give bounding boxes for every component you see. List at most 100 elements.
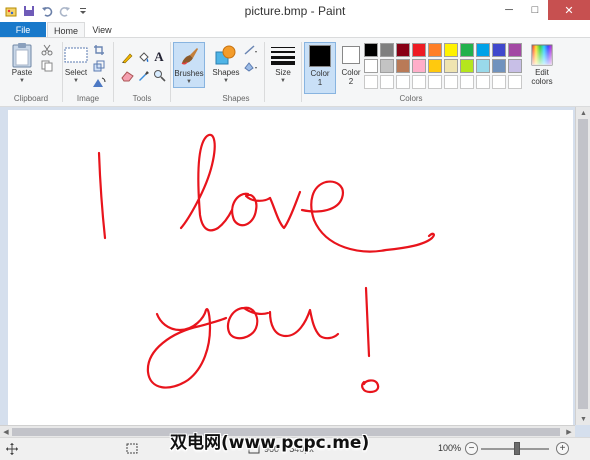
custom-color-slot[interactable] (364, 75, 378, 89)
size-label: Size (275, 68, 291, 77)
ink-stroke (146, 308, 228, 389)
zoom-slider-thumb[interactable] (514, 442, 520, 455)
brushes-label: Brushes (174, 69, 204, 78)
pencil-icon[interactable] (120, 50, 134, 64)
color1-label: Color (310, 69, 330, 78)
color1-button[interactable]: Color 1 (304, 42, 336, 94)
palette-swatch[interactable] (396, 59, 410, 73)
tab-view[interactable]: View (86, 22, 118, 38)
custom-color-slot[interactable] (380, 75, 394, 89)
shapes-group: Shapes ▼ Shapes (208, 38, 264, 106)
paste-button[interactable]: Paste ▼ (6, 42, 38, 84)
outline-icon[interactable] (244, 43, 258, 57)
color1-number: 1 (317, 78, 323, 87)
custom-color-slot[interactable] (508, 75, 522, 89)
vertical-scrollbar[interactable]: ▲ ▼ (575, 107, 590, 425)
custom-color-slot[interactable] (460, 75, 474, 89)
eraser-icon[interactable] (120, 68, 134, 82)
ink-stroke (179, 133, 234, 232)
custom-color-slot[interactable] (476, 75, 490, 89)
scroll-down-icon[interactable]: ▼ (576, 413, 590, 425)
color2-swatch (342, 46, 360, 64)
ribbon-divider (170, 42, 171, 102)
palette-swatch[interactable] (380, 43, 394, 57)
palette-swatch[interactable] (444, 59, 458, 73)
custom-color-slot[interactable] (396, 75, 410, 89)
rainbow-palette-icon (528, 42, 556, 68)
brush-icon (175, 43, 203, 69)
palette-swatch[interactable] (492, 43, 506, 57)
custom-color-slot[interactable] (428, 75, 442, 89)
scroll-up-icon[interactable]: ▲ (576, 107, 590, 119)
close-button[interactable]: ✕ (548, 0, 590, 20)
zoom-level: 100% (438, 443, 462, 453)
brushes-button[interactable]: Brushes ▼ (173, 42, 205, 88)
palette-swatch[interactable] (396, 43, 410, 57)
palette-swatch[interactable] (476, 43, 490, 57)
cut-icon[interactable] (40, 43, 54, 57)
ribbon-divider (264, 42, 265, 102)
tools-group: A Tools (114, 38, 170, 106)
edit-colors-button[interactable]: Edit colors (526, 42, 558, 86)
maximize-button[interactable]: □ (522, 0, 548, 20)
fill-bucket-icon[interactable] (136, 50, 150, 64)
color1-swatch (309, 45, 331, 67)
tab-file[interactable]: File (0, 22, 46, 38)
ink-stroke (97, 151, 107, 240)
palette-swatch[interactable] (460, 59, 474, 73)
custom-color-slot[interactable] (444, 75, 458, 89)
zoom-out-button[interactable]: − (465, 442, 478, 455)
chevron-down-icon: ▼ (73, 78, 79, 84)
resize-icon[interactable] (92, 59, 106, 73)
select-button[interactable]: Select ▼ (63, 42, 89, 84)
select-label: Select (64, 68, 88, 77)
vertical-scroll-thumb[interactable] (578, 119, 588, 409)
ink-stroke (300, 180, 435, 253)
drawing-canvas[interactable] (8, 110, 573, 430)
palette-swatch[interactable] (460, 43, 474, 57)
tab-home[interactable]: Home (47, 22, 85, 38)
palette-swatch[interactable] (428, 43, 442, 57)
edit-colors-label-line1: Edit (535, 68, 549, 77)
palette-swatch[interactable] (508, 43, 522, 57)
ribbon-tabs: File Home View (0, 22, 590, 38)
palette-swatch[interactable] (476, 59, 490, 73)
watermark-text: 双电网(www.pcpc.me) (170, 433, 370, 453)
size-button[interactable]: Size ▼ (268, 42, 298, 84)
text-icon[interactable]: A (152, 49, 166, 64)
chevron-down-icon: ▼ (19, 78, 25, 84)
clipboard-icon (8, 42, 36, 68)
custom-color-slot[interactable] (412, 75, 426, 89)
fill-icon[interactable] (244, 59, 258, 73)
palette-swatch[interactable] (444, 43, 458, 57)
title-bar: picture.bmp - Paint ─ □ ✕ (0, 0, 590, 22)
copy-icon[interactable] (40, 59, 54, 73)
ink-stroke (231, 192, 272, 227)
palette-swatch[interactable] (428, 59, 442, 73)
zoom-in-button[interactable]: + (556, 442, 569, 455)
cursor-position-icon (6, 443, 18, 455)
palette-swatch[interactable] (380, 59, 394, 73)
color1-swatch-frame (306, 43, 334, 69)
color2-button[interactable]: Color 2 (336, 42, 366, 86)
workspace: ▲ ▼ ◀ ▶ (0, 107, 590, 437)
custom-color-slot[interactable] (492, 75, 506, 89)
shapes-label: Shapes (212, 68, 240, 77)
palette-swatch[interactable] (364, 43, 378, 57)
minimize-button[interactable]: ─ (496, 0, 522, 20)
chevron-down-icon: ▼ (280, 78, 286, 84)
palette-swatch[interactable] (364, 59, 378, 73)
crop-icon[interactable] (92, 43, 106, 57)
shapes-button[interactable]: Shapes ▼ (210, 42, 242, 84)
colors-group: Color 1 Color 2 Edit colors Colors (302, 38, 560, 106)
rotate-icon[interactable] (92, 75, 106, 89)
palette-swatch[interactable] (508, 59, 522, 73)
clipboard-group: Paste ▼ Clipboard (0, 38, 62, 106)
magnifier-icon[interactable] (152, 68, 166, 82)
selection-size-icon (126, 443, 138, 455)
palette-swatch[interactable] (412, 59, 426, 73)
ink-stroke (361, 379, 380, 394)
color-picker-icon[interactable] (136, 68, 150, 82)
palette-swatch[interactable] (492, 59, 506, 73)
palette-swatch[interactable] (412, 43, 426, 57)
